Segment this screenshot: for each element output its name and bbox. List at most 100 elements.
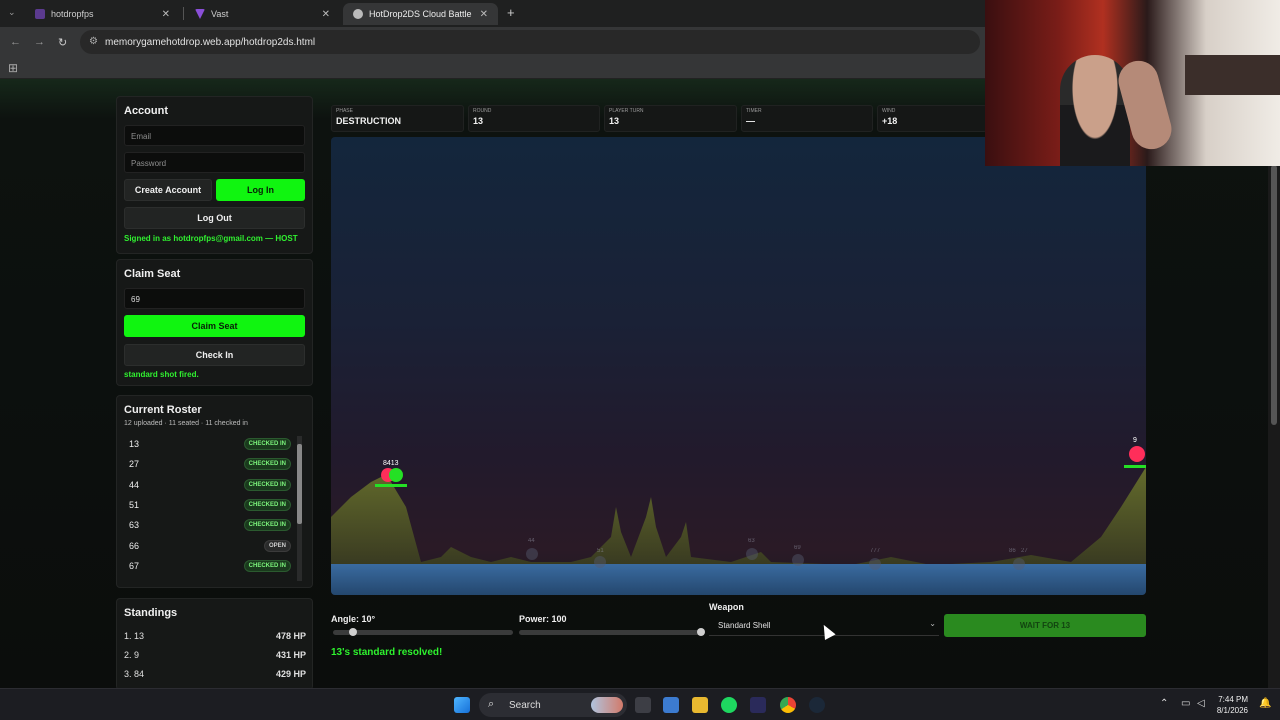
roster-seat: 63 xyxy=(129,520,140,530)
url-text: memorygamehotdrop.web.app/hotdrop2ds.htm… xyxy=(105,36,316,48)
standings-hp: 429 HP xyxy=(275,669,306,679)
ghost-tank xyxy=(526,548,538,560)
roster-scroll-thumb[interactable] xyxy=(297,444,302,524)
signin-status: Signed in as hotdropfps@gmail.com — HOST xyxy=(124,234,298,243)
tab-divider xyxy=(183,7,184,20)
timer-value: — xyxy=(746,116,755,126)
claim-seat-panel: Claim Seat 69 Claim Seat Check In standa… xyxy=(116,259,313,386)
ghost-tank xyxy=(869,558,881,570)
new-tab-icon[interactable]: + xyxy=(507,5,515,20)
tab-favicon-icon xyxy=(35,9,45,19)
roster-seat: 66 xyxy=(129,541,140,551)
timer-label: TIMER xyxy=(746,108,762,114)
angle-label: Angle: 10° xyxy=(331,614,376,624)
right-tank-hpbar xyxy=(1124,465,1146,468)
status-badge: OPEN xyxy=(263,540,291,552)
check-in-button[interactable]: Check In xyxy=(124,344,305,366)
claim-seat-title: Claim Seat xyxy=(124,268,181,280)
globe-icon xyxy=(353,9,363,19)
tray-overflow-icon[interactable]: ⌃ xyxy=(1160,698,1168,709)
close-icon[interactable]: ✕ xyxy=(480,9,488,20)
water xyxy=(331,564,1146,595)
ghost-label: 51 xyxy=(597,548,604,554)
hud-fx-icon[interactable] xyxy=(750,697,766,713)
power-label: Power: 100 xyxy=(519,614,567,624)
steam-icon[interactable] xyxy=(809,697,825,713)
password-field[interactable]: Password xyxy=(124,152,305,173)
standings-rank: 3. 84 xyxy=(124,669,145,679)
scrollbar-thumb[interactable] xyxy=(1271,165,1277,425)
fire-button[interactable]: WAIT FOR 13 xyxy=(944,614,1146,637)
volume-icon[interactable]: ◁ xyxy=(1197,698,1205,709)
system-clock[interactable]: 7:44 PM 8/1/2026 xyxy=(1217,694,1248,716)
standings-row: 1. 13 478 HP xyxy=(124,631,306,641)
back-icon[interactable]: ← xyxy=(10,36,21,48)
weapon-label: Weapon xyxy=(709,602,744,612)
file-explorer-icon[interactable] xyxy=(692,697,708,713)
status-badge: CHECKED IN xyxy=(243,479,291,491)
close-icon[interactable]: ✕ xyxy=(162,9,170,20)
forward-icon[interactable]: → xyxy=(34,36,45,48)
page-scrollbar[interactable] xyxy=(1268,85,1280,688)
network-icon[interactable]: ▭ xyxy=(1181,698,1190,709)
tab-title: Vast xyxy=(211,9,229,19)
roster-summary: 12 uploaded · 11 seated · 11 checked in xyxy=(124,420,248,427)
tab-vast[interactable]: Vast ✕ xyxy=(185,3,340,25)
apps-grid-icon[interactable]: ⊞ xyxy=(8,61,18,75)
logout-button[interactable]: Log Out xyxy=(124,207,305,229)
battlefield-svg: 8413 9 44 51 63 69 777 86 27 xyxy=(331,437,1146,595)
chrome-icon[interactable] xyxy=(780,697,796,713)
angle-slider[interactable] xyxy=(333,628,513,636)
notifications-icon[interactable]: 🔔 xyxy=(1259,698,1271,709)
ghost-tank xyxy=(746,548,758,560)
ghost-label: 86 xyxy=(1009,548,1016,554)
round-label: ROUND xyxy=(473,108,492,114)
roster-row[interactable]: 66 OPEN xyxy=(129,537,291,555)
email-field[interactable]: Email xyxy=(124,125,305,146)
phase-value: DESTRUCTION xyxy=(336,116,401,126)
roster-row[interactable]: 67 CHECKED IN xyxy=(129,557,291,575)
url-field[interactable]: ⚙ memorygamehotdrop.web.app/hotdrop2ds.h… xyxy=(80,30,980,54)
account-title: Account xyxy=(124,105,168,117)
ghost-label: 27 xyxy=(1021,548,1028,554)
roster-row[interactable]: 13 CHECKED IN xyxy=(129,435,291,453)
spotify-icon[interactable] xyxy=(721,697,737,713)
start-windows-icon[interactable] xyxy=(454,697,470,713)
roster-seat: 27 xyxy=(129,459,140,469)
weapon-select-value: Standard Shell xyxy=(718,621,771,630)
roster-scrollbar[interactable] xyxy=(297,436,302,581)
roster-row[interactable]: 27 CHECKED IN xyxy=(129,455,291,473)
wind-value: +18 xyxy=(882,116,898,126)
roster-row[interactable]: 51 CHECKED IN xyxy=(129,496,291,514)
power-slider[interactable] xyxy=(519,628,705,636)
angle-slider-thumb[interactable] xyxy=(349,628,357,636)
close-icon[interactable]: ✕ xyxy=(322,9,330,20)
create-account-button[interactable]: Create Account xyxy=(124,179,212,201)
taskbar: ⌕ Search ⌃ ▭ ◁ 7:44 PM 8/1/2026 🔔 xyxy=(0,688,1280,720)
roster-row[interactable]: 63 CHECKED IN xyxy=(129,516,291,534)
tab-hotdropfps[interactable]: hotdropfps ✕ xyxy=(25,3,180,25)
taskbar-search[interactable]: ⌕ Search xyxy=(479,693,627,717)
search-highlight-icon xyxy=(591,697,623,713)
game-canvas[interactable]: 8413 9 44 51 63 69 777 86 27 xyxy=(331,137,1146,595)
power-slider-thumb[interactable] xyxy=(697,628,705,636)
search-label: Search xyxy=(509,699,541,711)
left-tank-label: 8413 xyxy=(383,460,399,467)
seat-number-field[interactable]: 69 xyxy=(124,288,305,309)
tab-hotdrop2ds[interactable]: HotDrop2DS Cloud Battle ✕ xyxy=(343,3,498,25)
phase-label: PHASE xyxy=(336,108,353,114)
tab-list-chevron-icon[interactable]: ⌄ xyxy=(8,7,16,18)
status-badge: CHECKED IN xyxy=(243,499,291,511)
ghost-label: 44 xyxy=(528,538,535,544)
site-info-icon[interactable]: ⚙ xyxy=(89,36,98,47)
phase-stat: PHASE DESTRUCTION xyxy=(331,105,464,132)
ghost-tank xyxy=(594,556,606,568)
reload-icon[interactable]: ↻ xyxy=(58,36,67,49)
login-button[interactable]: Log In xyxy=(216,179,305,201)
notepad-icon[interactable] xyxy=(663,697,679,713)
claim-seat-button[interactable]: Claim Seat xyxy=(124,315,305,337)
task-view-icon[interactable] xyxy=(635,697,651,713)
account-panel: Account Email Password Create Account Lo… xyxy=(116,96,313,254)
roster-panel: Current Roster 12 uploaded · 11 seated ·… xyxy=(116,395,313,588)
roster-row[interactable]: 44 CHECKED IN xyxy=(129,476,291,494)
